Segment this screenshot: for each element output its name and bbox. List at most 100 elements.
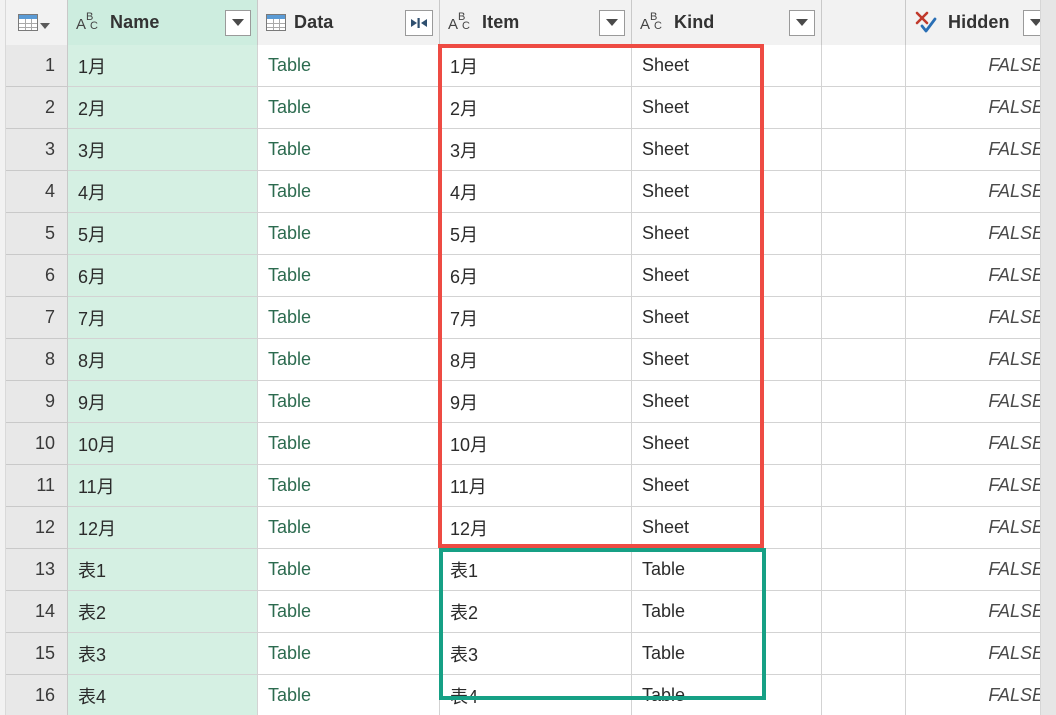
- cell-data[interactable]: Table: [258, 45, 440, 87]
- cell-data[interactable]: Table: [258, 129, 440, 171]
- cell-data[interactable]: Table: [258, 381, 440, 423]
- cell-kind[interactable]: Table: [632, 633, 822, 675]
- column-header-data[interactable]: Data: [258, 0, 440, 45]
- cell-kind[interactable]: Sheet: [632, 423, 822, 465]
- cell-data[interactable]: Table: [258, 87, 440, 129]
- cell-data[interactable]: Table: [258, 591, 440, 633]
- table-row[interactable]: 2 2月 Table 2月 Sheet FALSE: [0, 87, 1056, 129]
- expand-columns-icon[interactable]: [405, 9, 433, 36]
- cell-hidden[interactable]: FALSE: [906, 381, 1056, 423]
- cell-hidden[interactable]: FALSE: [906, 213, 1056, 255]
- cell-hidden[interactable]: FALSE: [906, 171, 1056, 213]
- cell-item[interactable]: 12月: [440, 507, 632, 549]
- table-row[interactable]: 3 3月 Table 3月 Sheet FALSE: [0, 129, 1056, 171]
- cell-name[interactable]: 表2: [68, 591, 258, 633]
- cell-hidden[interactable]: FALSE: [906, 465, 1056, 507]
- table-row[interactable]: 4 4月 Table 4月 Sheet FALSE: [0, 171, 1056, 213]
- cell-rownum[interactable]: 2: [0, 87, 68, 129]
- cell-data[interactable]: Table: [258, 507, 440, 549]
- cell-item[interactable]: 表4: [440, 675, 632, 715]
- table-row[interactable]: 13 表1 Table 表1 Table FALSE: [0, 549, 1056, 591]
- cell-kind[interactable]: Sheet: [632, 465, 822, 507]
- table-row[interactable]: 8 8月 Table 8月 Sheet FALSE: [0, 339, 1056, 381]
- cell-name[interactable]: 5月: [68, 213, 258, 255]
- cell-rownum[interactable]: 12: [0, 507, 68, 549]
- cell-name[interactable]: 表1: [68, 549, 258, 591]
- table-row[interactable]: 16 表4 Table 表4 Table FALSE: [0, 675, 1056, 715]
- cell-rownum[interactable]: 1: [0, 45, 68, 87]
- cell-kind[interactable]: Sheet: [632, 381, 822, 423]
- cell-name[interactable]: 10月: [68, 423, 258, 465]
- cell-item[interactable]: 表1: [440, 549, 632, 591]
- table-row[interactable]: 11 11月 Table 11月 Sheet FALSE: [0, 465, 1056, 507]
- cell-kind[interactable]: Sheet: [632, 171, 822, 213]
- cell-name[interactable]: 3月: [68, 129, 258, 171]
- column-header-name[interactable]: A B C Name: [68, 0, 258, 45]
- cell-item[interactable]: 表2: [440, 591, 632, 633]
- cell-rownum[interactable]: 7: [0, 297, 68, 339]
- cell-kind[interactable]: Sheet: [632, 213, 822, 255]
- cell-kind[interactable]: Sheet: [632, 45, 822, 87]
- cell-rownum[interactable]: 14: [0, 591, 68, 633]
- table-row[interactable]: 14 表2 Table 表2 Table FALSE: [0, 591, 1056, 633]
- vertical-scrollbar-track[interactable]: [1040, 0, 1056, 715]
- cell-hidden[interactable]: FALSE: [906, 339, 1056, 381]
- cell-rownum[interactable]: 3: [0, 129, 68, 171]
- cell-rownum[interactable]: 5: [0, 213, 68, 255]
- cell-hidden[interactable]: FALSE: [906, 549, 1056, 591]
- cell-hidden[interactable]: FALSE: [906, 45, 1056, 87]
- cell-kind[interactable]: Table: [632, 549, 822, 591]
- cell-name[interactable]: 9月: [68, 381, 258, 423]
- cell-hidden[interactable]: FALSE: [906, 87, 1056, 129]
- cell-hidden[interactable]: FALSE: [906, 255, 1056, 297]
- cell-item[interactable]: 8月: [440, 339, 632, 381]
- cell-hidden[interactable]: FALSE: [906, 591, 1056, 633]
- cell-name[interactable]: 2月: [68, 87, 258, 129]
- table-row[interactable]: 6 6月 Table 6月 Sheet FALSE: [0, 255, 1056, 297]
- cell-hidden[interactable]: FALSE: [906, 507, 1056, 549]
- grid-corner-select-all[interactable]: [0, 0, 68, 45]
- cell-hidden[interactable]: FALSE: [906, 675, 1056, 715]
- table-row[interactable]: 1 1月 Table 1月 Sheet FALSE: [0, 45, 1056, 87]
- cell-item[interactable]: 9月: [440, 381, 632, 423]
- cell-hidden[interactable]: FALSE: [906, 633, 1056, 675]
- cell-data[interactable]: Table: [258, 465, 440, 507]
- cell-kind[interactable]: Table: [632, 675, 822, 715]
- cell-rownum[interactable]: 13: [0, 549, 68, 591]
- cell-kind[interactable]: Sheet: [632, 297, 822, 339]
- filter-dropdown-icon[interactable]: [225, 9, 251, 36]
- cell-data[interactable]: Table: [258, 255, 440, 297]
- cell-data[interactable]: Table: [258, 171, 440, 213]
- cell-name[interactable]: 8月: [68, 339, 258, 381]
- cell-name[interactable]: 11月: [68, 465, 258, 507]
- cell-item[interactable]: 7月: [440, 297, 632, 339]
- cell-name[interactable]: 1月: [68, 45, 258, 87]
- cell-hidden[interactable]: FALSE: [906, 297, 1056, 339]
- filter-dropdown-icon[interactable]: [789, 9, 815, 36]
- cell-item[interactable]: 4月: [440, 171, 632, 213]
- cell-kind[interactable]: Table: [632, 591, 822, 633]
- cell-item[interactable]: 3月: [440, 129, 632, 171]
- table-row[interactable]: 12 12月 Table 12月 Sheet FALSE: [0, 507, 1056, 549]
- cell-rownum[interactable]: 8: [0, 339, 68, 381]
- cell-kind[interactable]: Sheet: [632, 87, 822, 129]
- cell-name[interactable]: 表3: [68, 633, 258, 675]
- cell-rownum[interactable]: 16: [0, 675, 68, 715]
- column-header-hidden[interactable]: Hidden: [906, 0, 1056, 45]
- cell-item[interactable]: 表3: [440, 633, 632, 675]
- cell-name[interactable]: 7月: [68, 297, 258, 339]
- chevron-down-icon[interactable]: [39, 23, 50, 29]
- cell-rownum[interactable]: 15: [0, 633, 68, 675]
- column-header-kind[interactable]: A B C Kind: [632, 0, 822, 45]
- cell-hidden[interactable]: FALSE: [906, 423, 1056, 465]
- column-header-item[interactable]: A B C Item: [440, 0, 632, 45]
- cell-data[interactable]: Table: [258, 549, 440, 591]
- table-row[interactable]: 7 7月 Table 7月 Sheet FALSE: [0, 297, 1056, 339]
- table-row[interactable]: 15 表3 Table 表3 Table FALSE: [0, 633, 1056, 675]
- cell-rownum[interactable]: 4: [0, 171, 68, 213]
- cell-rownum[interactable]: 6: [0, 255, 68, 297]
- cell-item[interactable]: 1月: [440, 45, 632, 87]
- cell-item[interactable]: 2月: [440, 87, 632, 129]
- cell-rownum[interactable]: 10: [0, 423, 68, 465]
- table-row[interactable]: 5 5月 Table 5月 Sheet FALSE: [0, 213, 1056, 255]
